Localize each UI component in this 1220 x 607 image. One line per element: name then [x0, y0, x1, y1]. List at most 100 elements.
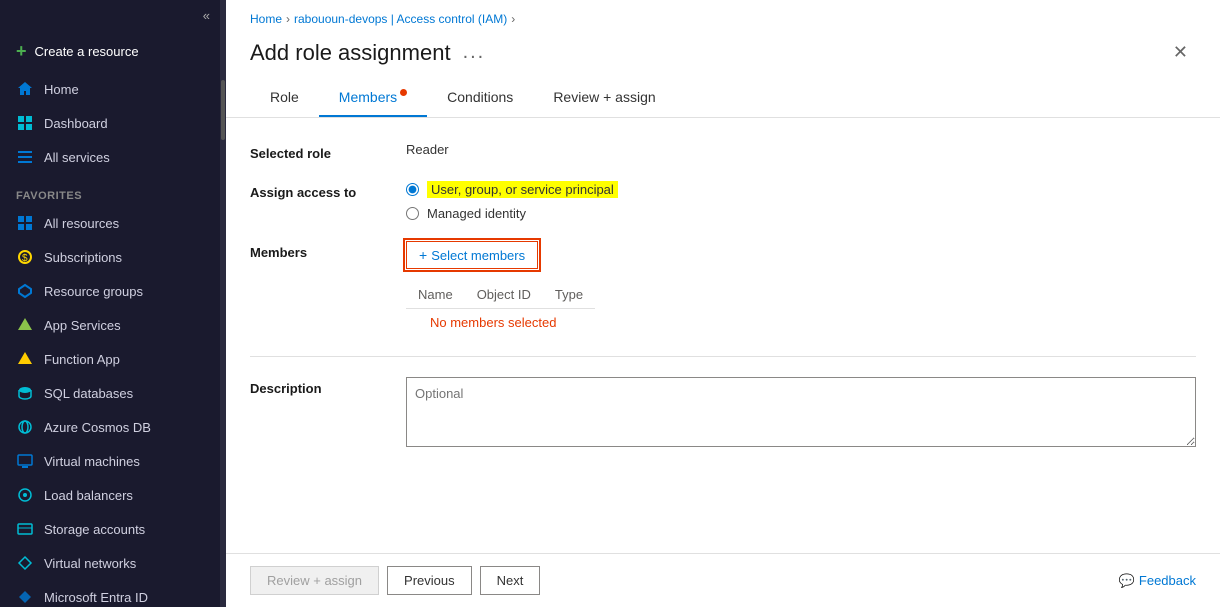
no-members-text: No members selected: [418, 309, 568, 336]
tab-role[interactable]: Role: [250, 79, 319, 117]
all-services-icon: [16, 148, 34, 166]
sidebar-item-app-services[interactable]: App Services: [0, 308, 220, 342]
col-type: Type: [543, 281, 595, 309]
radio-user-group-label: User, group, or service principal: [427, 181, 618, 198]
sidebar-item-all-services[interactable]: All services: [0, 140, 220, 174]
sidebar-item-subscriptions[interactable]: $ Subscriptions: [0, 240, 220, 274]
sidebar-item-dashboard[interactable]: Dashboard: [0, 106, 220, 140]
tab-members[interactable]: Members: [319, 79, 427, 117]
sidebar-item-label: Azure Cosmos DB: [44, 420, 151, 435]
tab-review-assign[interactable]: Review + assign: [533, 79, 675, 117]
breadcrumb: Home › rabououn-devops | Access control …: [226, 0, 1220, 30]
sidebar-item-virtual-networks[interactable]: Virtual networks: [0, 546, 220, 580]
sidebar-item-label: SQL databases: [44, 386, 133, 401]
sql-icon: [16, 384, 34, 402]
home-icon: [16, 80, 34, 98]
radio-user-group-input[interactable]: [406, 183, 419, 196]
col-object-id: Object ID: [465, 281, 543, 309]
sidebar-item-label: Load balancers: [44, 488, 133, 503]
breadcrumb-resource[interactable]: rabououn-devops | Access control (IAM): [294, 12, 507, 26]
close-button[interactable]: ✕: [1165, 38, 1196, 67]
virtual-networks-icon: [16, 554, 34, 572]
review-assign-button[interactable]: Review + assign: [250, 566, 379, 595]
members-label: Members: [250, 241, 390, 260]
all-resources-icon: [16, 214, 34, 232]
sidebar-item-storage-accounts[interactable]: Storage accounts: [0, 512, 220, 546]
sidebar-item-label: All resources: [44, 216, 119, 231]
radio-user-group[interactable]: User, group, or service principal: [406, 181, 618, 198]
sidebar-item-label: Virtual machines: [44, 454, 140, 469]
description-textarea[interactable]: [406, 377, 1196, 447]
select-members-text: Select members: [431, 248, 525, 263]
access-type-group: User, group, or service principal Manage…: [406, 181, 618, 221]
sidebar-item-microsoft-entra[interactable]: Microsoft Entra ID: [0, 580, 220, 607]
feedback-label: Feedback: [1139, 573, 1196, 588]
sidebar-item-label: Virtual networks: [44, 556, 136, 571]
assign-access-label: Assign access to: [250, 181, 390, 200]
selected-role-row: Selected role Reader: [250, 142, 1196, 161]
sidebar-item-label: Function App: [44, 352, 120, 367]
sidebar-item-label: Resource groups: [44, 284, 143, 299]
members-required-dot: [400, 89, 407, 96]
breadcrumb-home[interactable]: Home: [250, 12, 282, 26]
select-members-plus-icon: +: [419, 247, 427, 263]
scroll-thumb: [221, 80, 225, 140]
page-header: Add role assignment ... ✕: [226, 30, 1220, 79]
resource-groups-icon: [16, 282, 34, 300]
content-area: Home › rabououn-devops | Access control …: [226, 0, 1220, 553]
sidebar-item-label: Home: [44, 82, 79, 97]
members-row: Members + Select members Name Object ID …: [250, 241, 1196, 336]
sidebar: « + Create a resource Home Dashboard All…: [0, 0, 220, 607]
sidebar-item-load-balancers[interactable]: Load balancers: [0, 478, 220, 512]
sidebar-item-all-resources[interactable]: All resources: [0, 206, 220, 240]
page-title: Add role assignment: [250, 40, 451, 66]
form-separator: [250, 356, 1196, 357]
main-panel: Home › rabououn-devops | Access control …: [226, 0, 1220, 607]
sidebar-section-favorites: FAVORITES: [0, 182, 220, 206]
sidebar-item-sql-databases[interactable]: SQL databases: [0, 376, 220, 410]
function-app-icon: [16, 350, 34, 368]
sidebar-item-cosmos-db[interactable]: Azure Cosmos DB: [0, 410, 220, 444]
selected-role-value: Reader: [406, 142, 449, 157]
previous-button[interactable]: Previous: [387, 566, 472, 595]
tab-conditions[interactable]: Conditions: [427, 79, 533, 117]
selected-role-label: Selected role: [250, 142, 390, 161]
sidebar-item-home[interactable]: Home: [0, 72, 220, 106]
select-members-button[interactable]: + Select members: [406, 241, 538, 269]
app-services-icon: [16, 316, 34, 334]
storage-accounts-icon: [16, 520, 34, 538]
tabs-bar: Role Members Conditions Review + assign: [226, 79, 1220, 118]
svg-text:$: $: [22, 253, 28, 264]
sidebar-item-function-app[interactable]: Function App: [0, 342, 220, 376]
members-table: Name Object ID Type No members selected: [406, 281, 595, 336]
sidebar-item-label: All services: [44, 150, 110, 165]
footer: Review + assign Previous Next 💬 Feedback: [226, 553, 1220, 607]
sidebar-item-resource-groups[interactable]: Resource groups: [0, 274, 220, 308]
table-row-no-members: No members selected: [406, 309, 595, 337]
sidebar-item-label: Dashboard: [44, 116, 108, 131]
subscriptions-icon: $: [16, 248, 34, 266]
sidebar-scrollbar[interactable]: [220, 0, 226, 607]
description-label: Description: [250, 377, 390, 396]
breadcrumb-sep1: ›: [286, 12, 290, 26]
load-balancers-icon: [16, 486, 34, 504]
form-area: Selected role Reader Assign access to Us…: [226, 118, 1220, 447]
radio-managed-identity-label: Managed identity: [427, 206, 526, 221]
breadcrumb-sep2: ›: [511, 12, 515, 26]
sidebar-item-label: Storage accounts: [44, 522, 145, 537]
radio-managed-identity-input[interactable]: [406, 207, 419, 220]
page-options-dots[interactable]: ...: [463, 41, 486, 64]
members-section: + Select members Name Object ID Type: [406, 241, 595, 336]
sidebar-item-label: Subscriptions: [44, 250, 122, 265]
next-button[interactable]: Next: [480, 566, 541, 595]
sidebar-collapse-btn[interactable]: «: [0, 0, 220, 31]
sidebar-item-label: App Services: [44, 318, 121, 333]
feedback-link[interactable]: 💬 Feedback: [1119, 573, 1196, 589]
sidebar-create-label: Create a resource: [35, 44, 139, 59]
assign-access-row: Assign access to User, group, or service…: [250, 181, 1196, 221]
col-name: Name: [406, 281, 465, 309]
sidebar-item-create-resource[interactable]: + Create a resource: [0, 31, 220, 72]
microsoft-entra-icon: [16, 588, 34, 606]
sidebar-item-virtual-machines[interactable]: Virtual machines: [0, 444, 220, 478]
radio-managed-identity[interactable]: Managed identity: [406, 206, 618, 221]
